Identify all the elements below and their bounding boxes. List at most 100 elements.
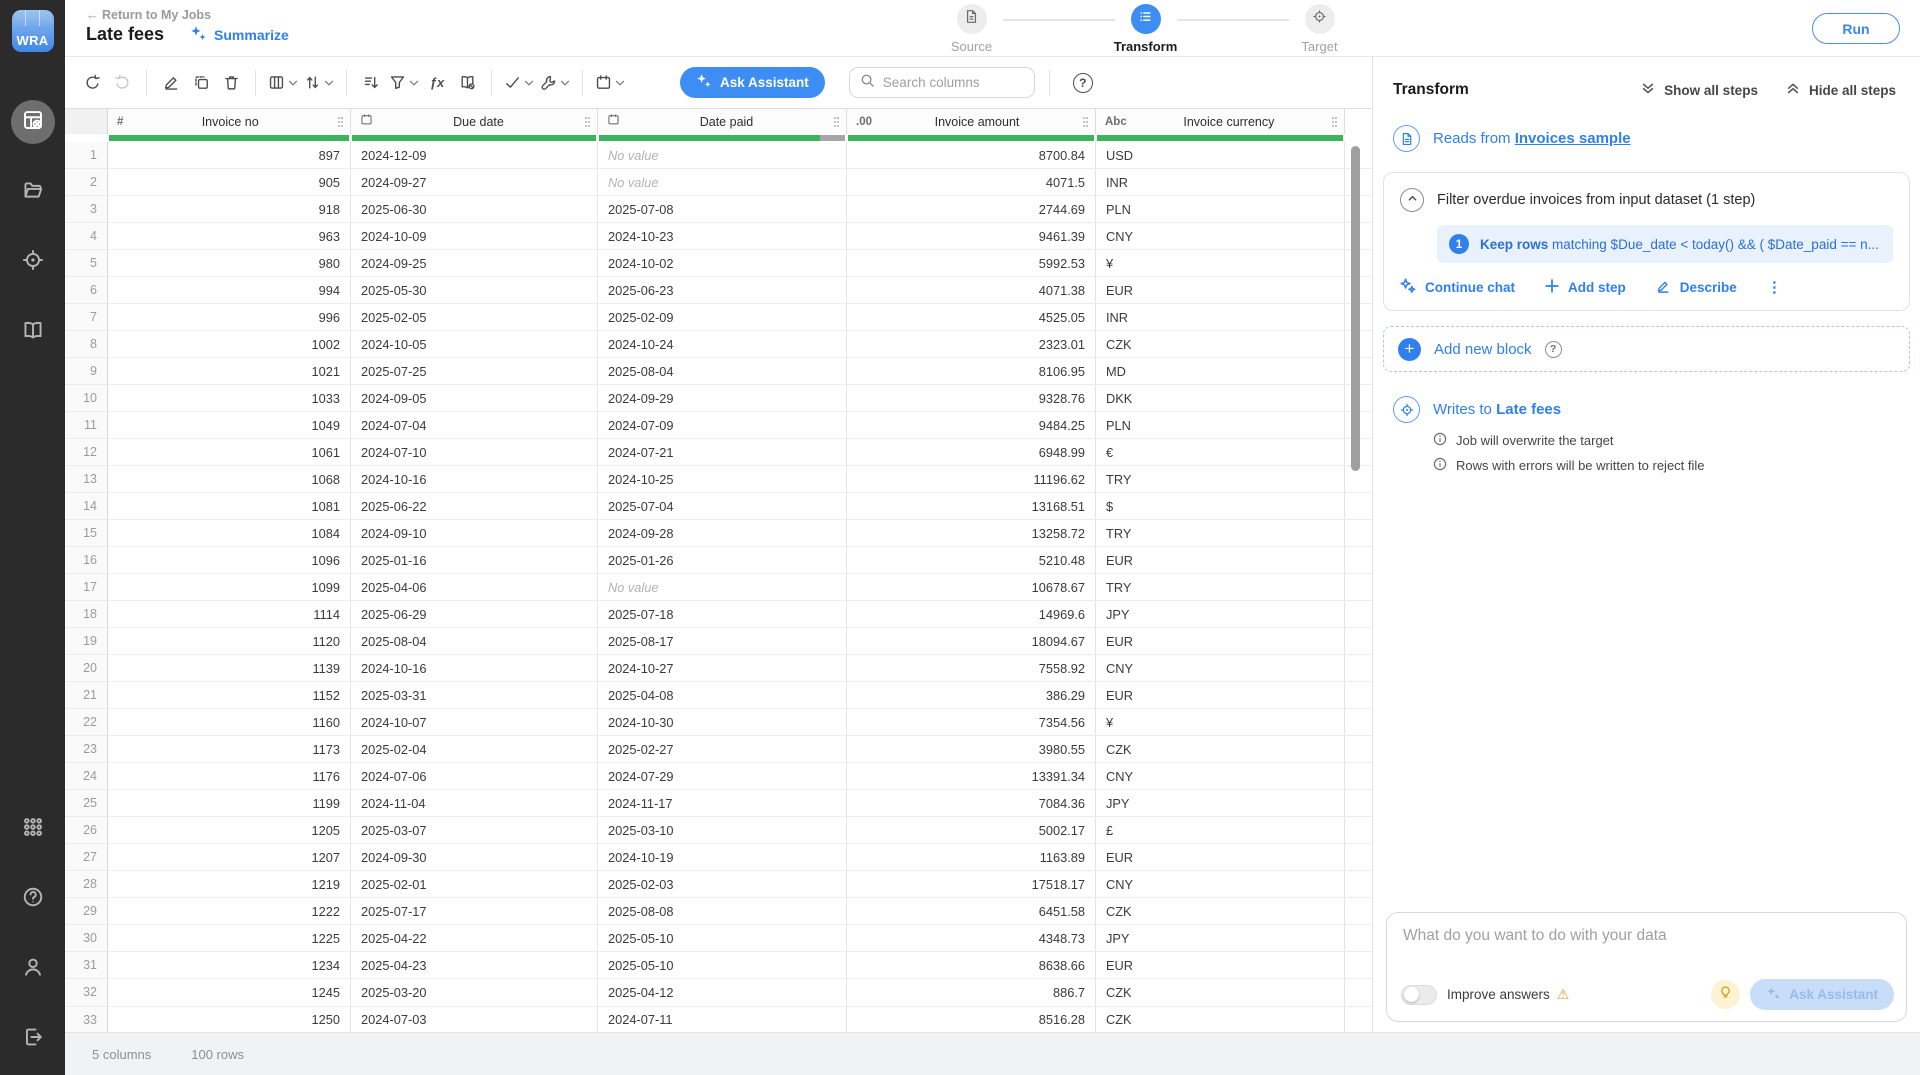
filter-menu-button[interactable] — [386, 68, 422, 98]
cell[interactable]: 2025-06-23 — [598, 277, 847, 304]
help-circle-icon[interactable]: ? — [1544, 340, 1562, 358]
cell[interactable]: EUR — [1096, 547, 1345, 574]
cell[interactable]: No value — [598, 169, 847, 196]
cell[interactable]: ¥ — [1096, 709, 1345, 736]
cell[interactable]: 4071.5 — [847, 169, 1096, 196]
cell[interactable]: 6948.99 — [847, 439, 1096, 466]
ask-assistant-button[interactable]: Ask Assistant — [680, 67, 825, 98]
cell[interactable]: 2024-10-09 — [351, 223, 598, 250]
cell[interactable]: 1120 — [108, 628, 351, 655]
cell[interactable]: 1219 — [108, 871, 351, 898]
help-button[interactable]: ? — [1072, 72, 1093, 93]
cell[interactable]: 2024-11-17 — [598, 790, 847, 817]
cell[interactable]: 8700.84 — [847, 142, 1096, 169]
vertical-scrollbar[interactable] — [1351, 146, 1360, 471]
app-logo[interactable]: WRA — [11, 10, 54, 52]
cell[interactable]: 1061 — [108, 439, 351, 466]
row-number[interactable]: 7 — [65, 304, 108, 331]
hide-all-steps-button[interactable]: Hide all steps — [1786, 82, 1896, 98]
cell[interactable]: 918 — [108, 196, 351, 223]
cell[interactable]: 2025-04-08 — [598, 682, 847, 709]
cell[interactable]: 1245 — [108, 979, 351, 1006]
table-row[interactable]: 21 1152 2025-03-31 2025-04-08 386.29 EUR — [65, 682, 1372, 710]
cell[interactable]: 1207 — [108, 844, 351, 871]
table-row[interactable]: 32 1245 2025-03-20 2025-04-12 886.7 CZK — [65, 979, 1372, 1007]
sort-menu-button[interactable] — [301, 68, 337, 98]
row-number[interactable]: 21 — [65, 682, 108, 709]
cell[interactable]: 1033 — [108, 385, 351, 412]
table-row[interactable]: 16 1096 2025-01-16 2025-01-26 5210.48 EUR — [65, 547, 1372, 575]
cell[interactable]: 2024-10-16 — [351, 655, 598, 682]
block-menu-button[interactable]: ⋮ — [1767, 280, 1783, 295]
column-header-invoice-amount[interactable]: .00 Invoice amount — [847, 109, 1096, 134]
cell[interactable]: 2025-06-22 — [351, 493, 598, 520]
cell[interactable]: 17518.17 — [847, 871, 1096, 898]
date-menu-button[interactable] — [592, 68, 628, 98]
cell[interactable]: 2024-11-04 — [351, 790, 598, 817]
table-row[interactable]: 7 996 2025-02-05 2025-02-09 4525.05 INR — [65, 304, 1372, 332]
cell[interactable]: 2025-01-16 — [351, 547, 598, 574]
cell[interactable]: 2024-10-24 — [598, 331, 847, 358]
table-row[interactable]: 24 1176 2024-07-06 2024-07-29 13391.34 CNY — [65, 763, 1372, 791]
cell[interactable]: No value — [598, 574, 847, 601]
row-number[interactable]: 2 — [65, 169, 108, 196]
cell[interactable]: 2025-04-23 — [351, 952, 598, 979]
cell[interactable]: 5002.17 — [847, 817, 1096, 844]
cell[interactable]: EUR — [1096, 844, 1345, 871]
table-row[interactable]: 33 1250 2024-07-03 2024-07-11 8516.28 CZK — [65, 1006, 1372, 1032]
stepper-source[interactable]: Source — [941, 4, 1003, 54]
row-number[interactable]: 17 — [65, 574, 108, 601]
cell[interactable]: TRY — [1096, 574, 1345, 601]
cell[interactable]: 2025-03-10 — [598, 817, 847, 844]
cell[interactable]: 7558.92 — [847, 655, 1096, 682]
cell[interactable]: 1163.89 — [847, 844, 1096, 871]
row-number[interactable]: 4 — [65, 223, 108, 250]
cell[interactable]: No value — [598, 142, 847, 169]
cell[interactable]: 2025-08-04 — [351, 628, 598, 655]
cell[interactable]: EUR — [1096, 628, 1345, 655]
row-number[interactable]: 29 — [65, 898, 108, 925]
cell[interactable]: 2024-07-09 — [598, 412, 847, 439]
stepper-transform[interactable]: Transform — [1114, 4, 1177, 54]
cell[interactable]: 1173 — [108, 736, 351, 763]
sidebar-item-library[interactable] — [11, 310, 55, 354]
cell[interactable]: 1099 — [108, 574, 351, 601]
cell[interactable]: 14969.6 — [847, 601, 1096, 628]
cell[interactable]: MD — [1096, 358, 1345, 385]
cell[interactable]: 2025-04-06 — [351, 574, 598, 601]
cell[interactable]: 1152 — [108, 682, 351, 709]
cell[interactable]: 5210.48 — [847, 547, 1096, 574]
cell[interactable]: 2024-12-09 — [351, 142, 598, 169]
cell[interactable]: 2024-09-10 — [351, 520, 598, 547]
back-link[interactable]: ← Return to My Jobs — [86, 8, 211, 22]
cell[interactable]: 2025-05-10 — [598, 925, 847, 952]
cell[interactable]: INR — [1096, 304, 1345, 331]
table-row[interactable]: 10 1033 2024-09-05 2024-09-29 9328.76 DKK — [65, 385, 1372, 413]
cell[interactable]: 2024-07-06 — [351, 763, 598, 790]
table-row[interactable]: 11 1049 2024-07-04 2024-07-09 9484.25 PLN — [65, 412, 1372, 440]
cell[interactable]: JPY — [1096, 790, 1345, 817]
cell[interactable]: 2025-01-26 — [598, 547, 847, 574]
cell[interactable]: 7354.56 — [847, 709, 1096, 736]
cell[interactable]: 2024-07-29 — [598, 763, 847, 790]
table-row[interactable]: 19 1120 2025-08-04 2025-08-17 18094.67 EUR — [65, 628, 1372, 656]
column-header-date-paid[interactable]: Date paid — [598, 109, 847, 134]
column-menu-icon[interactable] — [337, 116, 344, 128]
cell[interactable]: CNY — [1096, 223, 1345, 250]
row-number[interactable]: 30 — [65, 925, 108, 952]
cell[interactable]: USD — [1096, 142, 1345, 169]
sidebar-item-apps[interactable] — [11, 807, 55, 851]
row-number[interactable]: 32 — [65, 979, 108, 1006]
row-number[interactable]: 19 — [65, 628, 108, 655]
row-number[interactable]: 14 — [65, 493, 108, 520]
cell[interactable]: 994 — [108, 277, 351, 304]
cell[interactable]: CNY — [1096, 871, 1345, 898]
cell[interactable]: 963 — [108, 223, 351, 250]
row-number[interactable]: 20 — [65, 655, 108, 682]
cell[interactable]: € — [1096, 439, 1345, 466]
table-row[interactable]: 17 1099 2025-04-06 No value 10678.67 TRY — [65, 574, 1372, 602]
table-row[interactable]: 31 1234 2025-04-23 2025-05-10 8638.66 EUR — [65, 952, 1372, 980]
table-row[interactable]: 29 1222 2025-07-17 2025-08-08 6451.58 CZK — [65, 898, 1372, 926]
cell[interactable]: 2025-05-30 — [351, 277, 598, 304]
cell[interactable]: 11196.62 — [847, 466, 1096, 493]
